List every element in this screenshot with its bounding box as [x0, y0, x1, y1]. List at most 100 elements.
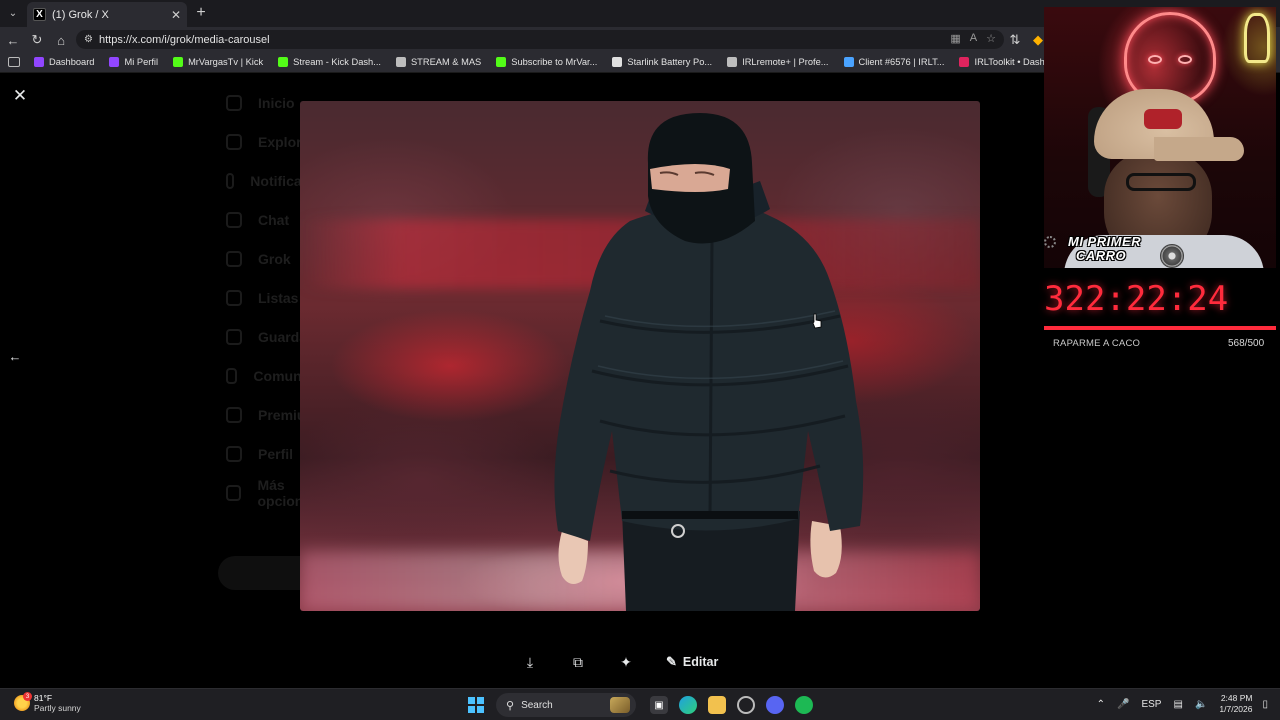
kick-icon [496, 57, 507, 67]
nav-item-icon [226, 133, 242, 150]
obs-icon[interactable] [737, 696, 755, 714]
bookmark-item[interactable]: Starlink Battery Po... [612, 57, 712, 67]
nav-item-icon [226, 406, 242, 423]
weather-condition: Partly sunny [34, 703, 81, 713]
microphone-icon[interactable]: 🎤 [1117, 699, 1129, 710]
bookmark-label: IRLremote+ | Profe... [742, 57, 829, 67]
bookmark-item[interactable]: Stream - Kick Dash... [278, 57, 381, 67]
site-info-icon[interactable]: ⚙ [84, 34, 93, 45]
cap-bill [1154, 137, 1244, 161]
gear-icon [1044, 236, 1056, 248]
hand-cursor-icon [812, 313, 822, 329]
clock-time: 2:48 PM [1220, 693, 1253, 703]
tab-title: (1) Grok / X [52, 8, 109, 21]
bookmark-label: Dashboard [49, 57, 95, 67]
extensions-icon[interactable]: ⇅ [1006, 31, 1024, 49]
download-icon[interactable]: ⤓ [520, 652, 540, 672]
read-aloud-icon[interactable]: A [970, 32, 977, 45]
task-view-icon[interactable]: ▣ [650, 696, 668, 714]
nav-item-icon [226, 172, 235, 189]
app-available-icon[interactable]: ▦ [950, 32, 960, 45]
bookmark-label: STREAM & MAS [410, 57, 482, 67]
banner-line2: CARRO [1076, 248, 1127, 263]
edge-browser-icon[interactable] [679, 696, 697, 714]
taskbar-search[interactable]: ⚲ Search [496, 693, 636, 717]
home-icon[interactable]: ⌂ [52, 31, 70, 49]
volume-icon[interactable]: 🔈 [1195, 699, 1207, 710]
bookmark-item[interactable]: IRLToolkit • Dashb... [959, 57, 1058, 67]
bookmark-label: Mi Perfil [124, 57, 159, 67]
bookmark-label: MrVargasTv | Kick [188, 57, 264, 67]
neon-sign-yellow [1244, 13, 1270, 63]
bookmark-item[interactable]: MrVargasTv | Kick [173, 57, 263, 67]
new-tab-plus-icon[interactable]: + [192, 4, 210, 22]
wheel-icon [1160, 244, 1184, 268]
x-logo-icon: X [33, 8, 46, 21]
bookmark-item[interactable]: Dashboard [34, 57, 94, 67]
folder-icon [395, 57, 406, 67]
bookmark-label: Starlink Battery Po... [627, 57, 713, 67]
nav-item-label: Listas [258, 289, 299, 306]
bookmark-label: Subscribe to MrVar... [511, 57, 598, 67]
neon-sign-eye [1148, 55, 1162, 64]
search-icon: ⚲ [506, 699, 515, 712]
irl-icon [959, 57, 970, 67]
bookmark-item[interactable]: STREAM & MAS [395, 57, 482, 67]
bookmark-item[interactable]: IRLremote+ | Profe... [727, 57, 829, 67]
windows-taskbar: 3 81°F Partly sunny ⚲ Search ▣ ⌃ 🎤 ESP ▤… [0, 688, 1280, 720]
back-arrow-icon[interactable]: ← [4, 31, 22, 49]
kick-icon [278, 57, 289, 67]
cap-logo [1144, 109, 1182, 129]
edit-button[interactable]: ✎ Editar [666, 654, 718, 670]
file-explorer-icon[interactable] [708, 696, 726, 714]
media-action-bar: ⤓ ⧉ ✦ ✎ Editar [520, 648, 718, 676]
language-indicator[interactable]: ESP [1141, 699, 1161, 710]
spotify-icon[interactable] [795, 696, 813, 714]
glasses [1126, 173, 1196, 191]
tab-close-icon[interactable]: ✕ [171, 8, 181, 22]
animate-icon[interactable]: ✦ [616, 652, 636, 672]
twitch-icon [109, 57, 120, 67]
nav-item-label: Inicio [258, 94, 295, 111]
weather-widget[interactable]: 3 81°F Partly sunny [14, 692, 81, 713]
notifications-icon[interactable]: ▯ [1262, 699, 1268, 710]
nav-item-label: Grok [258, 250, 291, 267]
kick-icon [173, 57, 184, 67]
bookmark-item[interactable]: Subscribe to MrVar... [496, 57, 597, 67]
url-field[interactable]: ⚙ https://x.com/i/grok/media-carousel ▦ … [76, 30, 1004, 49]
kick-icon [34, 57, 44, 67]
weather-sun-icon: 3 [14, 692, 32, 711]
windows-start-icon[interactable] [468, 697, 484, 713]
goal-count: 568/500 [1228, 338, 1265, 349]
nav-item-label: Perfil [258, 445, 294, 462]
webcam-overlay: MI PRIMER CARRO [1044, 7, 1276, 268]
tab-list-chevron-icon[interactable]: ⌄ [4, 5, 22, 22]
goal-banner: MI PRIMER CARRO [1044, 232, 1276, 268]
discord-icon[interactable] [766, 696, 784, 714]
bookmark-item[interactable]: Client #6576 | IRLT... [843, 57, 944, 67]
nav-item-icon [226, 484, 242, 501]
close-viewer-icon[interactable]: ✕ [10, 86, 30, 106]
network-icon[interactable]: ▤ [1173, 699, 1182, 710]
apps-icon[interactable] [8, 57, 20, 67]
favorite-star-icon[interactable]: ☆ [986, 32, 996, 45]
search-label: Search [521, 699, 553, 711]
globe-icon [727, 57, 738, 67]
copy-image-icon[interactable]: ⧉ [568, 652, 588, 672]
weather-temperature: 81°F [34, 693, 53, 703]
nav-item-icon [226, 445, 242, 462]
nav-item-icon [226, 367, 238, 384]
bookmark-label: Stream - Kick Dash... [293, 57, 381, 67]
search-highlight-image [610, 697, 630, 713]
clock-date: 1/7/2026 [1219, 704, 1253, 714]
nav-item-icon [226, 250, 242, 267]
system-clock[interactable]: 2:48 PM 1/7/2026 [1219, 693, 1252, 715]
bookmark-item[interactable]: Mi Perfil [109, 57, 158, 67]
tray-overflow-chevron-icon[interactable]: ⌃ [1097, 699, 1105, 710]
browser-tab-active[interactable]: X (1) Grok / X ✕ [27, 2, 187, 27]
goal-label: RAPARME A CACO [1053, 338, 1141, 349]
previous-arrow-icon[interactable]: ← [6, 346, 24, 366]
media-image [300, 101, 980, 611]
reload-icon[interactable]: ↻ [28, 31, 46, 49]
goal-progress-bar [1044, 326, 1276, 330]
